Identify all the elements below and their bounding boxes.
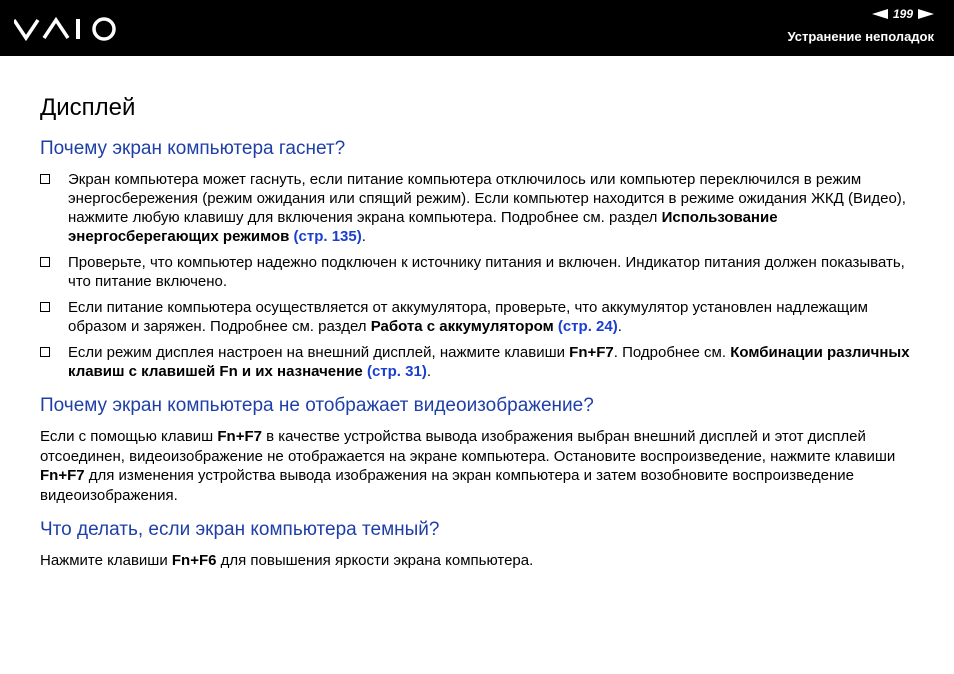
bullet-list: Экран компьютера может гаснуть, если пит… [40,170,920,381]
item-bold-ref: Работа с аккумулятором [370,318,554,335]
checkbox-bullet-icon [40,302,50,312]
page-content: Дисплей Почему экран компьютера гаснет? … [40,94,920,585]
page-header: 199 Устранение неполадок [0,0,954,56]
list-item: Если питание компьютера осуществляется о… [40,298,920,336]
pager: 199 [871,7,934,21]
page-link-31[interactable]: (стр. 31) [367,363,427,380]
item-text: Проверьте, что компьютер надежно подключ… [68,254,905,290]
checkbox-bullet-icon [40,174,50,184]
para-text: Нажмите клавиши [40,552,172,569]
page-title: Дисплей [40,94,136,121]
page-number: 199 [892,7,913,21]
key-combo: Fn+F7 [217,428,262,445]
section-heading-screen-off: Почему экран компьютера гаснет? [40,138,346,159]
header-section-title: Устранение неполадок [787,29,934,44]
item-end: . [617,318,622,335]
checkbox-bullet-icon [40,257,50,267]
para-text: Если с помощью клавиш [40,428,218,445]
item-end: . [361,228,366,245]
section-heading-no-video: Почему экран компьютера не отображает ви… [40,395,594,416]
key-combo: Fn+F6 [171,552,217,569]
page-link-24[interactable]: (стр. 24) [558,318,618,335]
item-text: Экран компьютера может гаснуть, если пит… [68,171,906,226]
para-text: для изменения устройства вывода изображе… [40,467,855,504]
section-heading-dark-screen: Что делать, если экран компьютера темный… [40,519,440,540]
previous-page-arrow-icon[interactable] [871,9,888,19]
key-combo: Fn+F7 [40,467,85,484]
item-text: . Подробнее см. [613,344,731,361]
vaio-logo [12,16,118,46]
item-end: . [426,363,431,380]
no-video-paragraph: Если с помощью клавиш Fn+F7 в качестве у… [40,427,920,505]
para-text: для повышения яркости экрана компьютера. [216,552,534,569]
list-item: Проверьте, что компьютер надежно подключ… [40,253,920,291]
next-page-arrow-icon[interactable] [918,9,934,19]
checkbox-bullet-icon [40,347,50,357]
dark-screen-paragraph: Нажмите клавиши Fn+F6 для повышения ярко… [40,551,920,571]
item-text: Если режим дисплея настроен на внешний д… [68,344,570,361]
list-item: Экран компьютера может гаснуть, если пит… [40,170,920,246]
list-item: Если режим дисплея настроен на внешний д… [40,343,920,381]
key-combo: Fn+F7 [569,344,614,361]
page-link-135[interactable]: (стр. 135) [294,228,362,245]
